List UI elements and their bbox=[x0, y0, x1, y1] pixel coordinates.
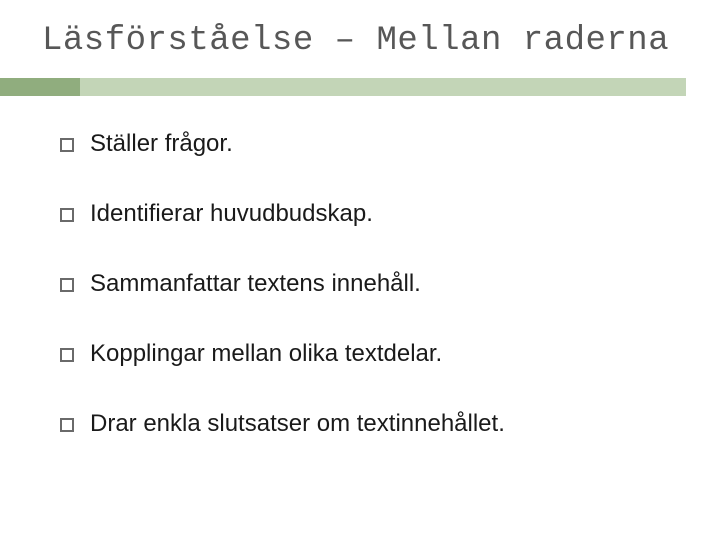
bullet-list: Ställer frågor. Identifierar huvudbudska… bbox=[60, 130, 684, 480]
underline-accent-dark bbox=[0, 78, 80, 96]
list-item: Kopplingar mellan olika textdelar. bbox=[60, 340, 684, 368]
square-bullet-icon bbox=[60, 418, 74, 432]
list-item-text: Ställer frågor. bbox=[90, 130, 233, 158]
list-item: Sammanfattar textens innehåll. bbox=[60, 270, 684, 298]
slide-title: Läsförståelse – Mellan raderna bbox=[42, 22, 684, 60]
slide: Läsförståelse – Mellan raderna Ställer f… bbox=[0, 0, 720, 540]
square-bullet-icon bbox=[60, 138, 74, 152]
title-underline bbox=[0, 78, 720, 96]
list-item-text: Identifierar huvudbudskap. bbox=[90, 200, 373, 228]
list-item: Drar enkla slutsatser om textinnehållet. bbox=[60, 410, 684, 438]
list-item: Identifierar huvudbudskap. bbox=[60, 200, 684, 228]
list-item-text: Kopplingar mellan olika textdelar. bbox=[90, 340, 442, 368]
list-item-text: Sammanfattar textens innehåll. bbox=[90, 270, 421, 298]
square-bullet-icon bbox=[60, 348, 74, 362]
square-bullet-icon bbox=[60, 278, 74, 292]
underline-accent-light bbox=[80, 78, 686, 96]
square-bullet-icon bbox=[60, 208, 74, 222]
list-item-text: Drar enkla slutsatser om textinnehållet. bbox=[90, 410, 505, 438]
list-item: Ställer frågor. bbox=[60, 130, 684, 158]
